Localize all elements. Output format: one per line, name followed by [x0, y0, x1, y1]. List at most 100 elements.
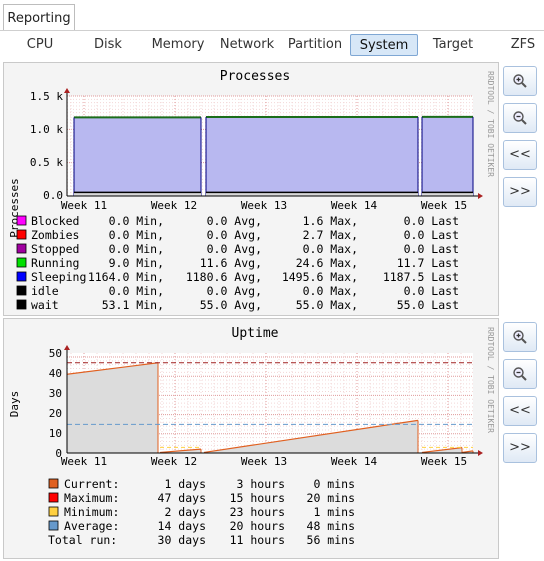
legend-text: Total run: [48, 533, 117, 547]
legend-text: 0.0 Avg, [207, 228, 262, 242]
legend-swatch [16, 271, 27, 282]
subtab-partition[interactable]: Partition [284, 34, 346, 56]
zoom-in-button[interactable] [503, 66, 537, 96]
x-tick-label: Week 11 [61, 199, 107, 212]
subtab-memory[interactable]: Memory [148, 34, 208, 56]
legend-text: 14 days [158, 519, 206, 533]
legend-text: 1180.6 Avg, [186, 270, 262, 284]
legend-text: 0.0 Last [404, 242, 459, 256]
legend-text: 30 days [158, 533, 206, 547]
x-tick-label: Week 15 [421, 199, 467, 212]
legend-text: 55.0 Max, [296, 298, 358, 312]
x-axis-arrow [478, 193, 483, 199]
x-axis-arrow [478, 450, 483, 456]
legend-text: 15 hours [230, 491, 285, 505]
y-tick-label: 40 [49, 367, 62, 380]
chart-title: Uptime [232, 326, 279, 341]
legend-text: 55.0 Last [397, 298, 459, 312]
y-axis-arrow [64, 88, 70, 93]
legend-text: 0.0 Min, [109, 242, 164, 256]
legend-text: 48 mins [307, 519, 355, 533]
legend-text: 11.6 Avg, [200, 256, 262, 270]
tab-reporting[interactable]: Reporting [3, 4, 75, 31]
legend-text: 20 mins [307, 491, 355, 505]
zoom-in-button[interactable] [503, 322, 537, 352]
subtab-system[interactable]: System [350, 34, 418, 56]
legend-swatch [48, 520, 59, 531]
legend-text: 24.6 Max, [296, 256, 358, 270]
zoom-out-button[interactable] [503, 103, 537, 133]
legend-text: 1495.6 Max, [282, 270, 358, 284]
legend-swatch [48, 506, 59, 517]
legend-text: Running [31, 256, 79, 270]
x-tick-label: Week 14 [331, 455, 378, 468]
legend-text: 0.0 Max, [303, 284, 358, 298]
x-tick-label: Week 13 [241, 199, 287, 212]
uptime-graph-panel: Uptime Days RRDTOOL / TOBI OETIKER 50 40… [3, 318, 537, 559]
rrdtool-watermark: RRDTOOL / TOBI OETIKER [486, 71, 495, 177]
rrdtool-watermark: RRDTOOL / TOBI OETIKER [486, 327, 495, 433]
legend-swatch [48, 478, 59, 489]
legend-text: 1187.5 Last [383, 270, 459, 284]
legend-swatch [16, 257, 27, 268]
legend-text: Current: [64, 477, 119, 491]
y-tick-label: 20 [49, 407, 62, 420]
legend-text: Sleeping [31, 270, 86, 284]
legend-text: 0.0 Last [404, 214, 459, 228]
legend-text: wait [31, 298, 59, 312]
subtab-bar: CPU Disk Memory Network Partition System… [0, 34, 544, 58]
legend-swatch [16, 229, 27, 240]
sleeping-area [74, 117, 201, 196]
legend-text: 0.0 Last [404, 228, 459, 242]
legend-text: 11.7 Last [397, 256, 459, 270]
subtab-disk[interactable]: Disk [88, 34, 128, 56]
legend-text: 0.0 Avg, [207, 214, 262, 228]
x-tick-label: Week 12 [151, 199, 197, 212]
legend-text: idle [31, 284, 59, 298]
legend-text: 0.0 Max, [303, 242, 358, 256]
back-button[interactable]: << [503, 140, 537, 170]
forward-button[interactable]: >> [503, 433, 537, 463]
legend-text: 56 mins [307, 533, 355, 547]
x-tick-label: Week 15 [421, 455, 467, 468]
subtab-target[interactable]: Target [426, 34, 480, 56]
legend-text: 47 days [158, 491, 206, 505]
x-tick-label: Week 11 [61, 455, 107, 468]
legend-text: 0.0 Min, [109, 214, 164, 228]
x-tick-label: Week 12 [151, 455, 197, 468]
legend-swatch [16, 215, 27, 226]
chart-title: Processes [220, 69, 290, 84]
legend-text: 3 hours [237, 477, 285, 491]
processes-chart: Processes Processes RRDTOOL / TOBI OETIK… [8, 69, 495, 312]
processes-graph-panel: Processes Processes RRDTOOL / TOBI OETIK… [3, 62, 537, 316]
legend-text: 9.0 Min, [109, 256, 164, 270]
legend-text: 53.1 Min, [102, 298, 164, 312]
y-tick-label: 1.5 k [30, 90, 63, 103]
legend-text: 0 mins [313, 477, 355, 491]
legend-text: 55.0 Avg, [200, 298, 262, 312]
legend-text: 0.0 Avg, [207, 284, 262, 298]
zoom-out-icon [513, 111, 527, 125]
y-tick-label: 0.5 k [30, 156, 63, 169]
x-tick-label: Week 13 [241, 455, 287, 468]
y-axis-arrow [64, 345, 70, 350]
legend-text: 11 hours [230, 533, 285, 547]
subtab-zfs[interactable]: ZFS [506, 34, 540, 56]
subtab-network[interactable]: Network [216, 34, 278, 56]
legend-swatch [16, 299, 27, 310]
back-button[interactable]: << [503, 396, 537, 426]
legend-text: 1.6 Max, [303, 214, 358, 228]
zoom-out-button[interactable] [503, 359, 537, 389]
legend-text: 2 days [164, 505, 206, 519]
legend-text: Minimum: [64, 505, 119, 519]
y-axis-label: Processes [8, 178, 21, 238]
sleeping-area [206, 117, 418, 196]
legend-text: Blocked [31, 214, 79, 228]
y-tick-label: 1.0 k [30, 123, 63, 136]
x-tick-label: Week 14 [331, 199, 378, 212]
subtab-cpu[interactable]: CPU [18, 34, 62, 56]
legend-swatch [48, 492, 59, 503]
legend-text: 0.0 Avg, [207, 242, 262, 256]
uptime-chart: Uptime Days RRDTOOL / TOBI OETIKER 50 40… [8, 326, 495, 547]
forward-button[interactable]: >> [503, 177, 537, 207]
